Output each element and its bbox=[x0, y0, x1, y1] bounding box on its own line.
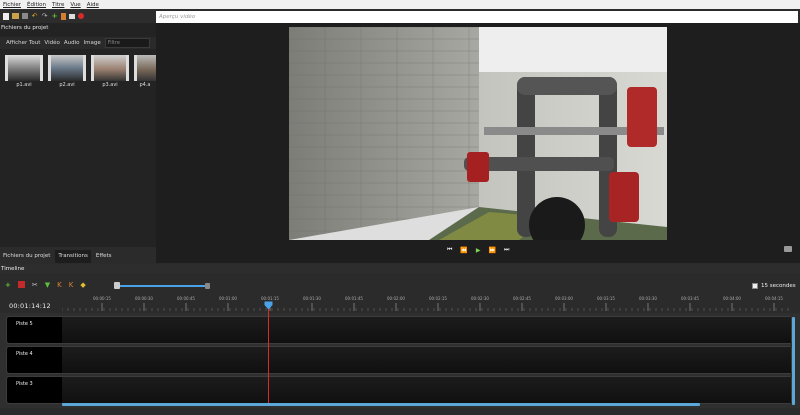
file-thumbnail[interactable] bbox=[91, 55, 129, 81]
ruler-tick-label: 00:04:15 bbox=[765, 296, 783, 301]
record-icon[interactable] bbox=[78, 13, 84, 19]
ruler-tick-label: 00:01:45 bbox=[345, 296, 363, 301]
rewind-icon[interactable]: ⏪ bbox=[460, 247, 467, 254]
track-header[interactable]: Piste 4 bbox=[7, 347, 62, 373]
tab-effects[interactable]: Effets bbox=[93, 250, 115, 263]
ruler-tick-label: 00:02:30 bbox=[471, 296, 489, 301]
vertical-scrollbar[interactable] bbox=[792, 317, 795, 405]
marker-icon[interactable]: ▼ bbox=[45, 281, 50, 289]
current-time: 00:01:14:12 bbox=[9, 302, 51, 310]
tab-project-files[interactable]: Fichiers du projet bbox=[0, 250, 53, 263]
undo-icon[interactable]: ↶ bbox=[31, 12, 38, 20]
filter-row: Afficher Tout Vidéo Audio Image Filtre bbox=[0, 37, 156, 49]
zoom-slider[interactable] bbox=[114, 282, 210, 290]
track-label: Piste 4 bbox=[16, 351, 33, 357]
fast-forward-icon[interactable]: ⏩ bbox=[489, 247, 496, 254]
file-thumbnail[interactable] bbox=[134, 55, 156, 81]
menubar: Fichier Édition Titre Vue Aide bbox=[0, 0, 800, 9]
menu-edition[interactable]: Édition bbox=[27, 2, 46, 8]
ruler-tick-label: 00:04:00 bbox=[723, 296, 741, 301]
razor-icon[interactable]: ✂ bbox=[32, 281, 38, 289]
fullscreen-icon[interactable] bbox=[69, 13, 75, 19]
ruler-tick-label: 00:02:00 bbox=[387, 296, 405, 301]
status-bar bbox=[0, 408, 800, 415]
jump-end-icon[interactable]: ⏭ bbox=[504, 246, 509, 254]
video-frame-image bbox=[289, 27, 667, 240]
playhead-line[interactable] bbox=[268, 309, 269, 403]
filter-input[interactable]: Filtre bbox=[104, 38, 150, 48]
track-label: Piste 3 bbox=[16, 381, 33, 387]
ruler-tick-label: 00:00:30 bbox=[135, 296, 153, 301]
video-frame bbox=[289, 27, 667, 240]
video-preview-title: Aperçu vidéo bbox=[156, 11, 798, 23]
ruler-tick-label: 00:03:45 bbox=[681, 296, 699, 301]
menu-aide[interactable]: Aide bbox=[87, 2, 99, 8]
ruler-tick-label: 00:03:00 bbox=[555, 296, 573, 301]
project-files-title: Fichiers du projet bbox=[1, 25, 49, 31]
import-icon[interactable]: + bbox=[51, 12, 58, 20]
track-row[interactable]: Piste 4 bbox=[6, 346, 792, 374]
file-thumbnail[interactable] bbox=[48, 55, 86, 81]
timeline-ruler[interactable]: 00:00:15 00:00:30 00:00:45 00:01:00 00:01:15… bbox=[62, 294, 790, 313]
filter-image[interactable]: Image bbox=[83, 40, 100, 46]
track-row[interactable]: Piste 3 bbox=[6, 376, 792, 404]
track-header[interactable]: Piste 3 bbox=[7, 377, 62, 403]
file-name: p3.avi bbox=[102, 82, 118, 88]
ruler-tick-label: 00:00:15 bbox=[93, 296, 111, 301]
playback-controls: ⏮ ⏪ ▶ ⏩ ⏭ bbox=[447, 246, 509, 254]
track-label: Piste 5 bbox=[16, 321, 33, 327]
ruler-tick-label: 00:02:15 bbox=[429, 296, 447, 301]
track-row[interactable]: Piste 5 bbox=[6, 316, 792, 344]
zoom-slider-end-handle[interactable] bbox=[205, 283, 210, 289]
center-playhead-icon[interactable]: ◆ bbox=[80, 281, 85, 289]
zoom-checkbox[interactable] bbox=[752, 283, 758, 289]
save-icon[interactable] bbox=[22, 13, 28, 19]
horizontal-scrollbar[interactable] bbox=[62, 403, 700, 406]
ruler-tick-label: 00:00:45 bbox=[177, 296, 195, 301]
left-tabs: Fichiers du projet Transitions Effets bbox=[0, 250, 115, 263]
redo-icon[interactable]: ↷ bbox=[41, 12, 48, 20]
zoom-slider-start-handle[interactable] bbox=[114, 282, 120, 289]
ruler-tick-label: 00:03:15 bbox=[597, 296, 615, 301]
add-track-icon[interactable]: + bbox=[5, 281, 11, 289]
ruler-tick-label: 00:02:45 bbox=[513, 296, 531, 301]
track-body[interactable] bbox=[62, 347, 791, 373]
filter-audio[interactable]: Audio bbox=[64, 40, 80, 46]
prev-marker-icon[interactable]: K bbox=[57, 281, 62, 289]
camera-icon[interactable] bbox=[784, 246, 792, 252]
next-marker-icon[interactable]: K bbox=[69, 281, 74, 289]
ruler-tick-label: 00:01:30 bbox=[303, 296, 321, 301]
ruler-tick-label: 00:01:00 bbox=[219, 296, 237, 301]
menu-vue[interactable]: Vue bbox=[70, 2, 80, 8]
tracks-area: Piste 5 Piste 4 Piste 3 bbox=[0, 313, 800, 412]
new-file-icon[interactable] bbox=[3, 12, 9, 20]
filter-show-all[interactable]: Afficher Tout bbox=[6, 40, 40, 46]
main-toolbar: ↶ ↷ + bbox=[0, 9, 156, 23]
zoom-level: 15 secondes bbox=[752, 283, 796, 289]
snap-icon[interactable] bbox=[17, 281, 25, 288]
jump-start-icon[interactable]: ⏮ bbox=[447, 246, 452, 254]
zoom-level-label: 15 secondes bbox=[761, 283, 796, 289]
track-body[interactable] bbox=[62, 377, 791, 403]
track-body[interactable] bbox=[62, 317, 791, 343]
timeline-title: Timeline bbox=[0, 264, 800, 273]
file-name: p4.a bbox=[139, 82, 151, 88]
menu-titre[interactable]: Titre bbox=[52, 2, 64, 8]
track-header[interactable]: Piste 5 bbox=[7, 317, 62, 343]
file-name: p2.avi bbox=[59, 82, 75, 88]
menu-fichier[interactable]: Fichier bbox=[3, 2, 21, 8]
file-thumbnail[interactable] bbox=[5, 55, 43, 81]
filter-video[interactable]: Vidéo bbox=[44, 40, 59, 46]
play-icon[interactable]: ▶ bbox=[476, 247, 481, 254]
ruler-tick-label: 00:03:30 bbox=[639, 296, 657, 301]
file-name: p1.avi bbox=[16, 82, 32, 88]
tab-transitions[interactable]: Transitions bbox=[55, 250, 91, 263]
open-icon[interactable] bbox=[12, 13, 19, 19]
export-icon[interactable] bbox=[61, 12, 66, 20]
